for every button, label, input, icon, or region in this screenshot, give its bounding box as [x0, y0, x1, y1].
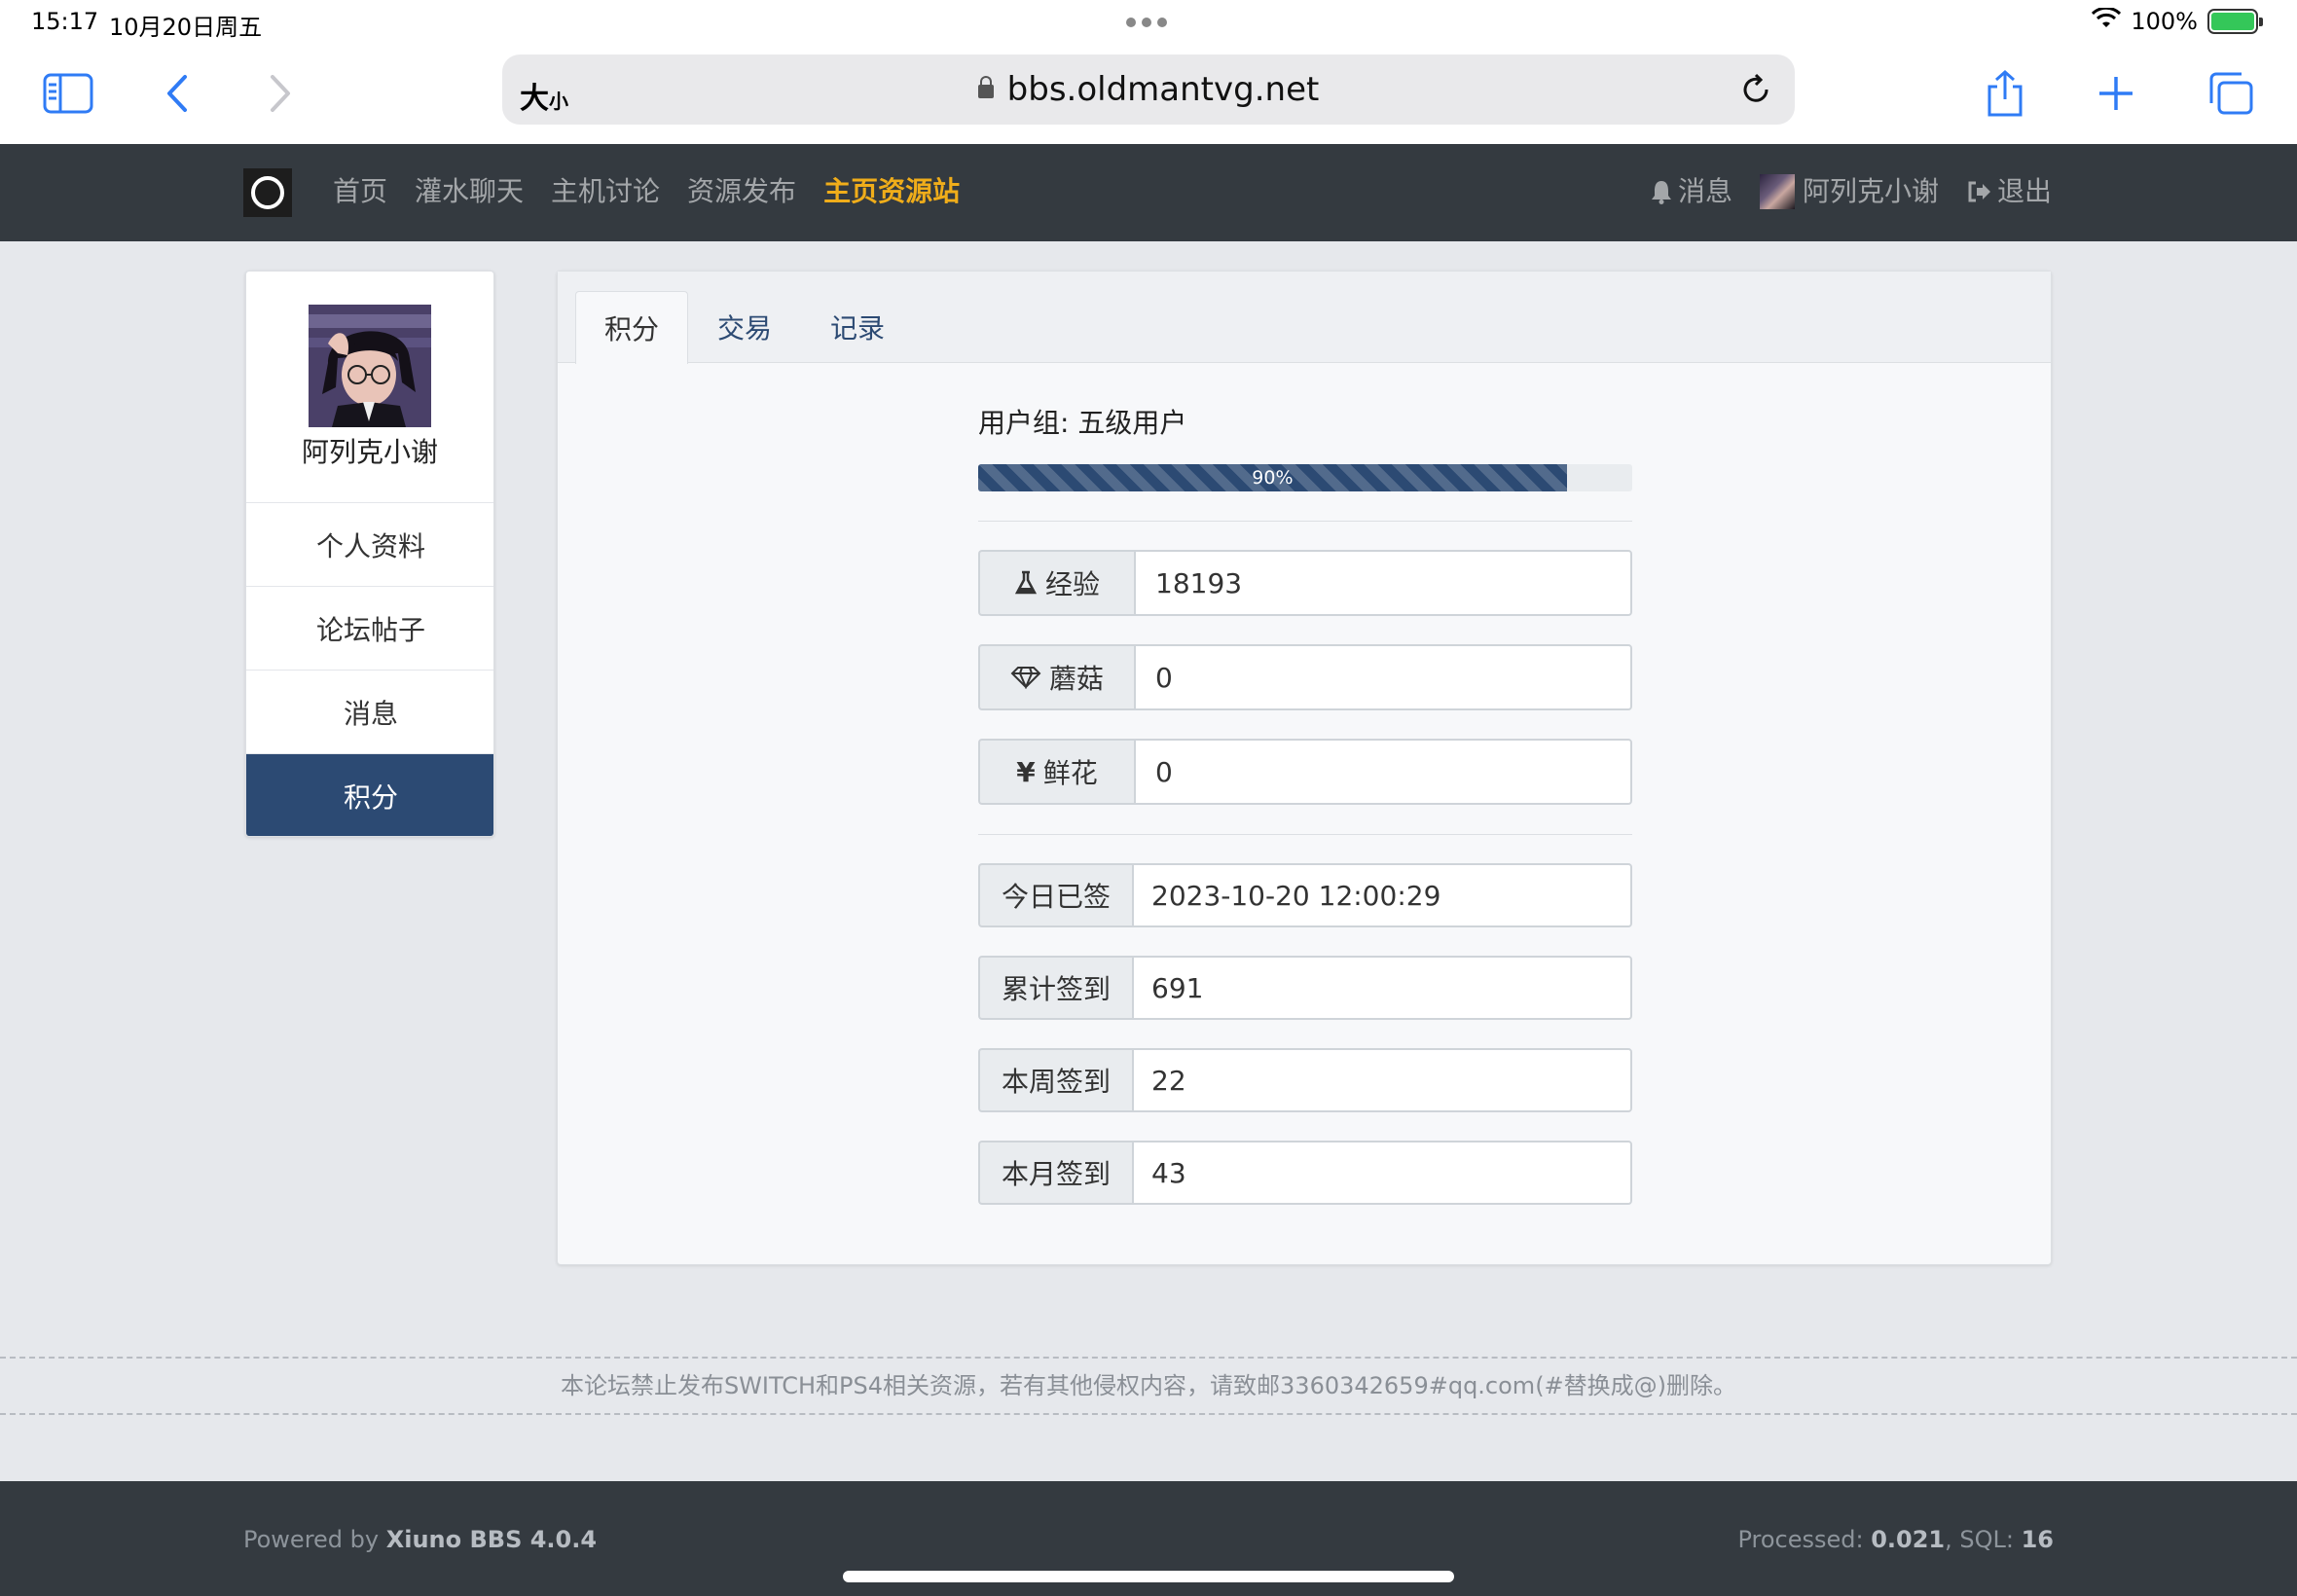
mushroom-label: 蘑菇 [1048, 663, 1104, 695]
browser-toolbar: 大小 bbs.oldmantvg.net [0, 47, 2297, 144]
sidebar-item-messages[interactable]: 消息 [246, 671, 493, 754]
nav-link-home[interactable]: 首页 [333, 173, 387, 210]
signin-month-value: 43 [1132, 1141, 1632, 1205]
user-sidebar: 阿列克小谢 个人资料 论坛帖子 消息 积分 [245, 271, 494, 837]
signin-week-value: 22 [1132, 1048, 1632, 1112]
multitasking-dots[interactable] [1126, 18, 1167, 27]
nav-user[interactable]: 阿列克小谢 [1759, 173, 1939, 210]
site-logo[interactable] [243, 168, 292, 217]
points-panel: 积分 交易 记录 用户组: 五级用户 90% 经验 18193 蘑菇 0 ¥ 鲜… [557, 271, 2052, 1265]
signin-total-label: 累计签到 [978, 956, 1132, 1020]
profile-header: 阿列克小谢 [246, 272, 493, 503]
user-avatar[interactable] [309, 305, 431, 427]
battery-icon [2207, 9, 2263, 34]
signin-month-label: 本月签到 [978, 1141, 1132, 1205]
processing-stats: Processed: 0.021, SQL: 16 [1737, 1526, 2054, 1553]
tab-records[interactable]: 记录 [801, 291, 914, 363]
nav-messages[interactable]: 消息 [1651, 173, 1732, 210]
nav-link-resource-site[interactable]: 主页资源站 [823, 173, 960, 210]
mushroom-value: 0 [1134, 644, 1632, 710]
level-progress-bar: 90% [978, 464, 1632, 491]
footer-notice: 本论坛禁止发布SWITCH和PS4相关资源，若有其他侵权内容，请致邮336034… [0, 1357, 2297, 1415]
logout-icon [1966, 180, 1991, 203]
status-bar: 15:17 10月20日周五 100% [0, 0, 2297, 47]
site-navbar: 首页 灌水聊天 主机讨论 资源发布 主页资源站 消息 阿列克小谢 退出 [0, 144, 2297, 241]
url-host: bbs.oldmantvg.net [1006, 70, 1320, 109]
home-indicator[interactable] [843, 1571, 1454, 1582]
forward-icon[interactable] [251, 64, 310, 123]
exp-value: 18193 [1134, 550, 1632, 616]
new-tab-icon[interactable] [2087, 64, 2145, 123]
avatar [1759, 174, 1795, 209]
nav-logout[interactable]: 退出 [1966, 173, 2052, 210]
signin-week-label: 本周签到 [978, 1048, 1132, 1112]
diamond-icon [1010, 666, 1041, 689]
exp-label: 经验 [1044, 568, 1100, 600]
progress-fill: 90% [978, 464, 1567, 491]
mushroom-field: 蘑菇 0 [978, 644, 1632, 710]
flask-icon [1014, 570, 1038, 596]
exp-field: 经验 18193 [978, 550, 1632, 616]
nav-link-console[interactable]: 主机讨论 [551, 173, 660, 210]
reload-icon[interactable] [1738, 72, 1773, 107]
xiuno-link[interactable]: Xiuno BBS 4.0.4 [386, 1526, 597, 1553]
divider [978, 834, 1632, 835]
sidebar-item-profile[interactable]: 个人资料 [246, 503, 493, 587]
sidebar-item-posts[interactable]: 论坛帖子 [246, 587, 493, 671]
signin-today-label: 今日已签 [978, 863, 1132, 927]
bell-icon [1651, 179, 1672, 204]
tab-points[interactable]: 积分 [575, 291, 688, 364]
tab-trade[interactable]: 交易 [688, 291, 801, 363]
sidebar-toggle-icon[interactable] [39, 64, 97, 123]
divider [978, 521, 1632, 522]
signin-total-value: 691 [1132, 956, 1632, 1020]
wifi-icon [2092, 6, 2122, 35]
share-icon[interactable] [1976, 64, 2034, 123]
profile-username: 阿列克小谢 [301, 436, 438, 468]
back-icon[interactable] [148, 64, 206, 123]
status-date: 10月20日周五 [109, 14, 263, 41]
lock-icon [977, 76, 994, 98]
sidebar-item-points[interactable]: 积分 [246, 754, 493, 836]
nav-links: 首页 灌水聊天 主机讨论 资源发布 主页资源站 [333, 173, 987, 210]
tab-bar: 积分 交易 记录 [558, 272, 2051, 364]
user-group-label: 用户组: 五级用户 [978, 407, 1187, 439]
address-bar[interactable]: 大小 bbs.oldmantvg.net [502, 54, 1795, 125]
status-time: 15:17 [31, 8, 99, 35]
signin-week-field: 本周签到 22 [978, 1048, 1632, 1112]
battery-percent: 100% [2131, 8, 2198, 35]
nav-link-chat[interactable]: 灌水聊天 [415, 173, 524, 210]
nav-link-resources[interactable]: 资源发布 [687, 173, 796, 210]
signin-total-field: 累计签到 691 [978, 956, 1632, 1020]
signin-today-field: 今日已签 2023-10-20 12:00:29 [978, 863, 1632, 927]
powered-by: Powered by Xiuno BBS 4.0.4 [243, 1526, 598, 1553]
flower-label: 鲜花 [1042, 757, 1098, 789]
yen-icon: ¥ [1016, 755, 1036, 788]
signin-today-value: 2023-10-20 12:00:29 [1132, 863, 1632, 927]
tabs-overview-icon[interactable] [2202, 64, 2260, 123]
signin-month-field: 本月签到 43 [978, 1141, 1632, 1205]
flower-field: ¥ 鲜花 0 [978, 739, 1632, 805]
flower-value: 0 [1134, 739, 1632, 805]
